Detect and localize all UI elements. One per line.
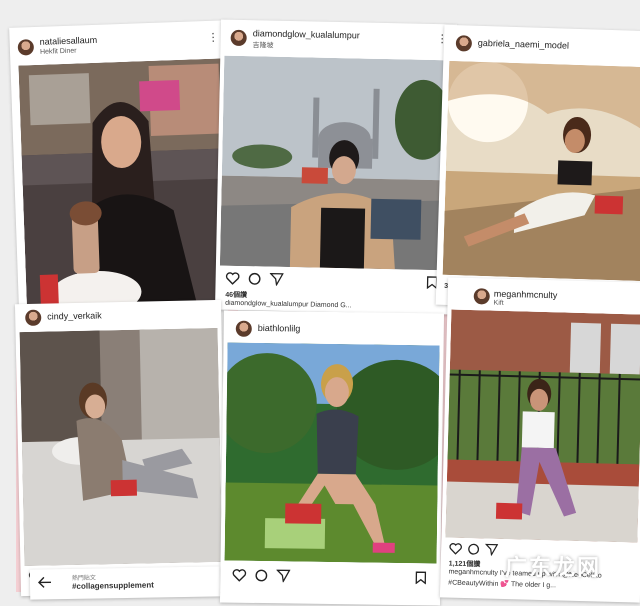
post-username[interactable]: biathlonlilg <box>258 323 301 334</box>
post-photo <box>219 55 453 271</box>
post-card-1: nataliesallaum Hekfit Diner ⋮ <box>9 20 237 310</box>
post-username[interactable]: nataliesallaum <box>39 35 97 47</box>
bottom-bar-hashtag[interactable]: #collagensupplement <box>72 580 154 590</box>
post-photo <box>445 309 640 543</box>
post-photo <box>442 60 640 282</box>
post-username[interactable]: meganhmcnulty <box>494 289 558 301</box>
post-card-4: cindy_verkaik <box>14 299 228 597</box>
avatar[interactable] <box>455 35 473 52</box>
send-icon[interactable] <box>269 272 284 291</box>
post-location[interactable]: Hekfit Diner <box>40 48 77 56</box>
post-photo <box>19 327 223 567</box>
avatar[interactable] <box>17 39 35 56</box>
post-card-2: diamondglow_kualalumpur 吉隆坡 ⋮ 46個讚 diamo… <box>214 19 458 315</box>
more-icon[interactable]: ⋮ <box>207 32 217 44</box>
heart-icon[interactable] <box>232 569 247 587</box>
avatar[interactable] <box>25 309 42 326</box>
post-username[interactable]: diamondglow_kualalumpur <box>253 28 360 40</box>
avatar[interactable] <box>230 29 247 47</box>
heart-icon[interactable] <box>225 272 240 290</box>
post-card-3: gabriela_naemi_model 383 <box>435 24 640 312</box>
post-photo <box>224 342 440 564</box>
caption-line-2: #CBeautyWithin 💕 The older I g... <box>448 579 557 590</box>
post-location[interactable]: Kift <box>493 300 503 307</box>
bottom-bar-title: 熱門貼文 <box>71 575 96 582</box>
comment-icon[interactable] <box>467 542 480 560</box>
bookmark-icon[interactable] <box>415 571 427 589</box>
post-username[interactable]: gabriela_naemi_model <box>478 38 569 51</box>
post-card-5: biathlonlilg <box>219 310 445 606</box>
heart-icon[interactable] <box>449 542 462 560</box>
post-username[interactable]: cindy_verkaik <box>47 310 102 321</box>
send-icon[interactable] <box>275 569 291 587</box>
post-photo <box>18 58 233 310</box>
send-icon[interactable] <box>484 542 499 560</box>
likes-count: 46個讚 <box>225 291 248 300</box>
back-arrow-icon[interactable] <box>37 575 52 593</box>
watermark: 广东龙网 <box>505 555 602 580</box>
comment-icon[interactable] <box>254 569 268 587</box>
caption: diamondglow_kualalumpur Diamond G... <box>225 299 352 310</box>
bottom-bar: 熱門貼文 #collagensupplement <box>29 566 221 600</box>
avatar[interactable] <box>473 288 490 305</box>
avatar[interactable] <box>235 320 252 337</box>
comment-icon[interactable] <box>247 272 261 290</box>
post-location[interactable]: 吉隆坡 <box>252 40 273 50</box>
